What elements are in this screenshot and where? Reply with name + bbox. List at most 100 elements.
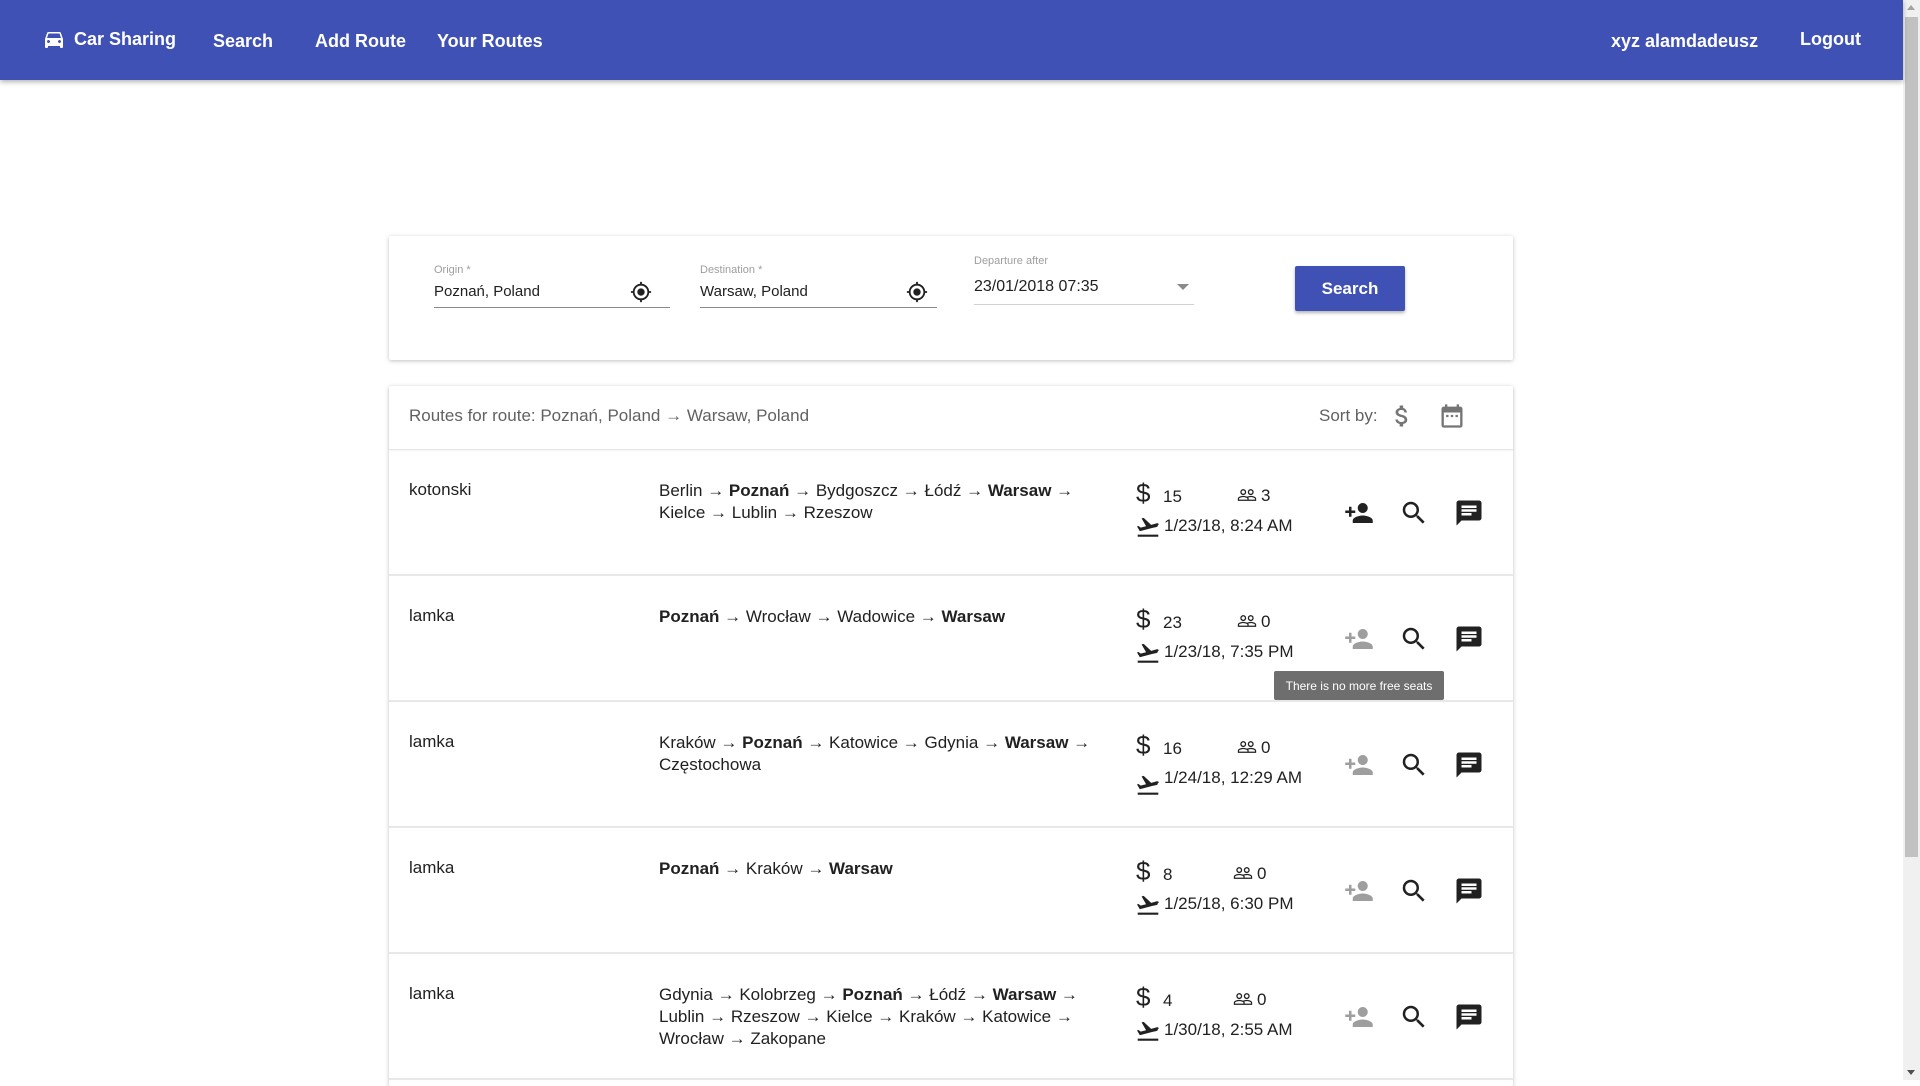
- route-row: lamka Gdynia → Kolobrzeg → Poznań → Łódź …: [389, 954, 1513, 1080]
- brand-label: Car Sharing: [74, 28, 177, 49]
- flight-takeoff-icon: [1136, 643, 1159, 663]
- dollar-icon: $: [1136, 730, 1151, 760]
- destination-label: Destination *: [700, 264, 763, 276]
- origin-input[interactable]: Poznań, Poland: [434, 283, 540, 300]
- people-outline-icon: [1233, 867, 1253, 879]
- route-stops: Kraków → Poznań → Katowice → Gdynia → Wa…: [659, 733, 1091, 774]
- results-title: Routes for route: Poznań, Poland → Warsa…: [409, 406, 810, 425]
- driver-name: lamka: [409, 858, 455, 877]
- search-icon[interactable]: [1398, 498, 1430, 528]
- chat-icon[interactable]: [1453, 498, 1485, 528]
- people-outline-icon: [1233, 993, 1253, 1005]
- chat-icon[interactable]: [1453, 1002, 1485, 1032]
- search-form-card: Origin * Poznań, Poland Destination * Wa…: [389, 236, 1513, 360]
- destination-field[interactable]: Destination * Warsaw, Poland: [700, 264, 937, 308]
- dollar-icon: $: [1136, 856, 1151, 886]
- stop: Częstochowa: [659, 755, 762, 774]
- stop-highlight: Poznań: [659, 859, 720, 878]
- person-add-icon[interactable]: [1343, 624, 1375, 654]
- no-seats-tooltip: There is no more free seats: [1274, 671, 1444, 700]
- stop: Kolobrzeg: [739, 985, 816, 1004]
- departure-after-field[interactable]: Departure after 23/01/2018 07:35: [974, 255, 1194, 305]
- free-seats-value: 0: [1257, 990, 1267, 1009]
- driver-name: lamka: [409, 606, 455, 625]
- driver-name: lamka: [409, 732, 455, 751]
- stop: Berlin: [659, 481, 703, 500]
- gps-target-icon[interactable]: [906, 281, 928, 303]
- price-value: 4: [1163, 991, 1173, 1010]
- departure-date: 1/23/18, 8:24 AM: [1164, 516, 1293, 535]
- stop: Kielce: [659, 503, 706, 522]
- nav-link-add-route[interactable]: Add Route: [315, 31, 406, 52]
- search-icon[interactable]: [1398, 876, 1430, 906]
- scroll-up-arrow[interactable]: [1907, 5, 1915, 10]
- flight-takeoff-icon: [1136, 895, 1159, 915]
- dropdown-arrow-icon[interactable]: [1177, 284, 1189, 290]
- user-menu[interactable]: xyz alamdadeusz: [1611, 31, 1758, 52]
- free-seats-value: 0: [1261, 612, 1271, 631]
- scroll-down-arrow[interactable]: [1907, 1070, 1915, 1075]
- stop: Wrocław: [745, 607, 811, 626]
- stop: Bydgoszcz: [815, 481, 899, 500]
- nav-link-your-routes[interactable]: Your Routes: [437, 31, 543, 52]
- dollar-icon[interactable]: [1388, 402, 1416, 430]
- stop-highlight: Poznań: [659, 607, 720, 626]
- person-add-icon[interactable]: [1343, 1002, 1375, 1032]
- flight-takeoff-icon: [1136, 517, 1159, 537]
- search-icon[interactable]: [1398, 624, 1430, 654]
- flight-takeoff-icon: [1136, 775, 1159, 795]
- departure-date: 1/23/18, 7:35 PM: [1164, 642, 1294, 661]
- car-icon: [45, 32, 63, 48]
- route-row: lamka Kraków → Poznań → Katowice → Gdynia…: [389, 702, 1513, 828]
- stop: Rzeszow: [730, 1007, 800, 1026]
- page-scrollbar[interactable]: [1903, 0, 1920, 1080]
- stop: Kraków: [745, 859, 803, 878]
- stop-highlight: Poznań: [842, 985, 903, 1004]
- stop: Łódź: [929, 985, 967, 1004]
- people-outline-icon: [1237, 615, 1257, 627]
- stop: Rzeszow: [803, 503, 873, 522]
- stop-highlight: Warsaw: [941, 607, 1006, 626]
- stop: Zakopane: [750, 1029, 826, 1048]
- price-value: 23: [1163, 613, 1182, 632]
- departure-input[interactable]: 23/01/2018 07:35: [974, 278, 1099, 296]
- people-outline-icon: [1237, 741, 1257, 753]
- logout-button[interactable]: Logout: [1800, 29, 1861, 50]
- route-row: lamka Poznań → Kraków → Warsaw $8 0 1/25/18,…: [389, 828, 1513, 954]
- search-button[interactable]: Search: [1295, 266, 1405, 311]
- route-stops: Berlin → Poznań → Bydgoszcz → Łódź → War…: [659, 481, 1074, 522]
- person-add-icon[interactable]: [1343, 498, 1375, 528]
- route-stops: Poznań → Wrocław → Wadowice → Warsaw: [659, 607, 1006, 626]
- scrollbar-thumb[interactable]: [1905, 17, 1918, 857]
- search-icon[interactable]: [1398, 1002, 1430, 1032]
- departure-date: 1/25/18, 6:30 PM: [1164, 894, 1294, 913]
- brand-link[interactable]: Car Sharing: [42, 27, 176, 51]
- person-add-icon[interactable]: [1343, 876, 1375, 906]
- stop-highlight: Warsaw: [1004, 733, 1069, 752]
- stop-highlight: Warsaw: [829, 859, 893, 878]
- nav-link-search[interactable]: Search: [213, 31, 273, 52]
- destination-input[interactable]: Warsaw, Poland: [700, 283, 808, 300]
- origin-label: Origin *: [434, 264, 471, 276]
- stop: Katowice: [829, 733, 899, 752]
- stop-highlight: Poznań: [742, 733, 803, 752]
- stop: Katowice: [982, 1007, 1052, 1026]
- chat-icon[interactable]: [1453, 750, 1485, 780]
- person-add-icon[interactable]: [1343, 750, 1375, 780]
- chat-icon[interactable]: [1453, 876, 1485, 906]
- free-seats-value: 3: [1261, 486, 1271, 505]
- search-icon[interactable]: [1398, 750, 1430, 780]
- dollar-icon: $: [1136, 604, 1151, 634]
- stop: Kraków: [659, 733, 716, 752]
- driver-name: kotonski: [409, 480, 472, 499]
- price-value: 8: [1163, 865, 1173, 884]
- calendar-icon[interactable]: [1438, 402, 1466, 430]
- gps-target-icon[interactable]: [630, 281, 652, 303]
- stop: Gdynia: [924, 733, 979, 752]
- origin-field[interactable]: Origin * Poznań, Poland: [434, 264, 670, 308]
- chat-icon[interactable]: [1453, 624, 1485, 654]
- price-value: 16: [1163, 739, 1182, 758]
- stop: Wrocław: [659, 1029, 724, 1048]
- stop-highlight: Warsaw: [992, 985, 1057, 1004]
- results-header: Routes for route: Poznań, Poland → Warsa…: [389, 386, 1513, 450]
